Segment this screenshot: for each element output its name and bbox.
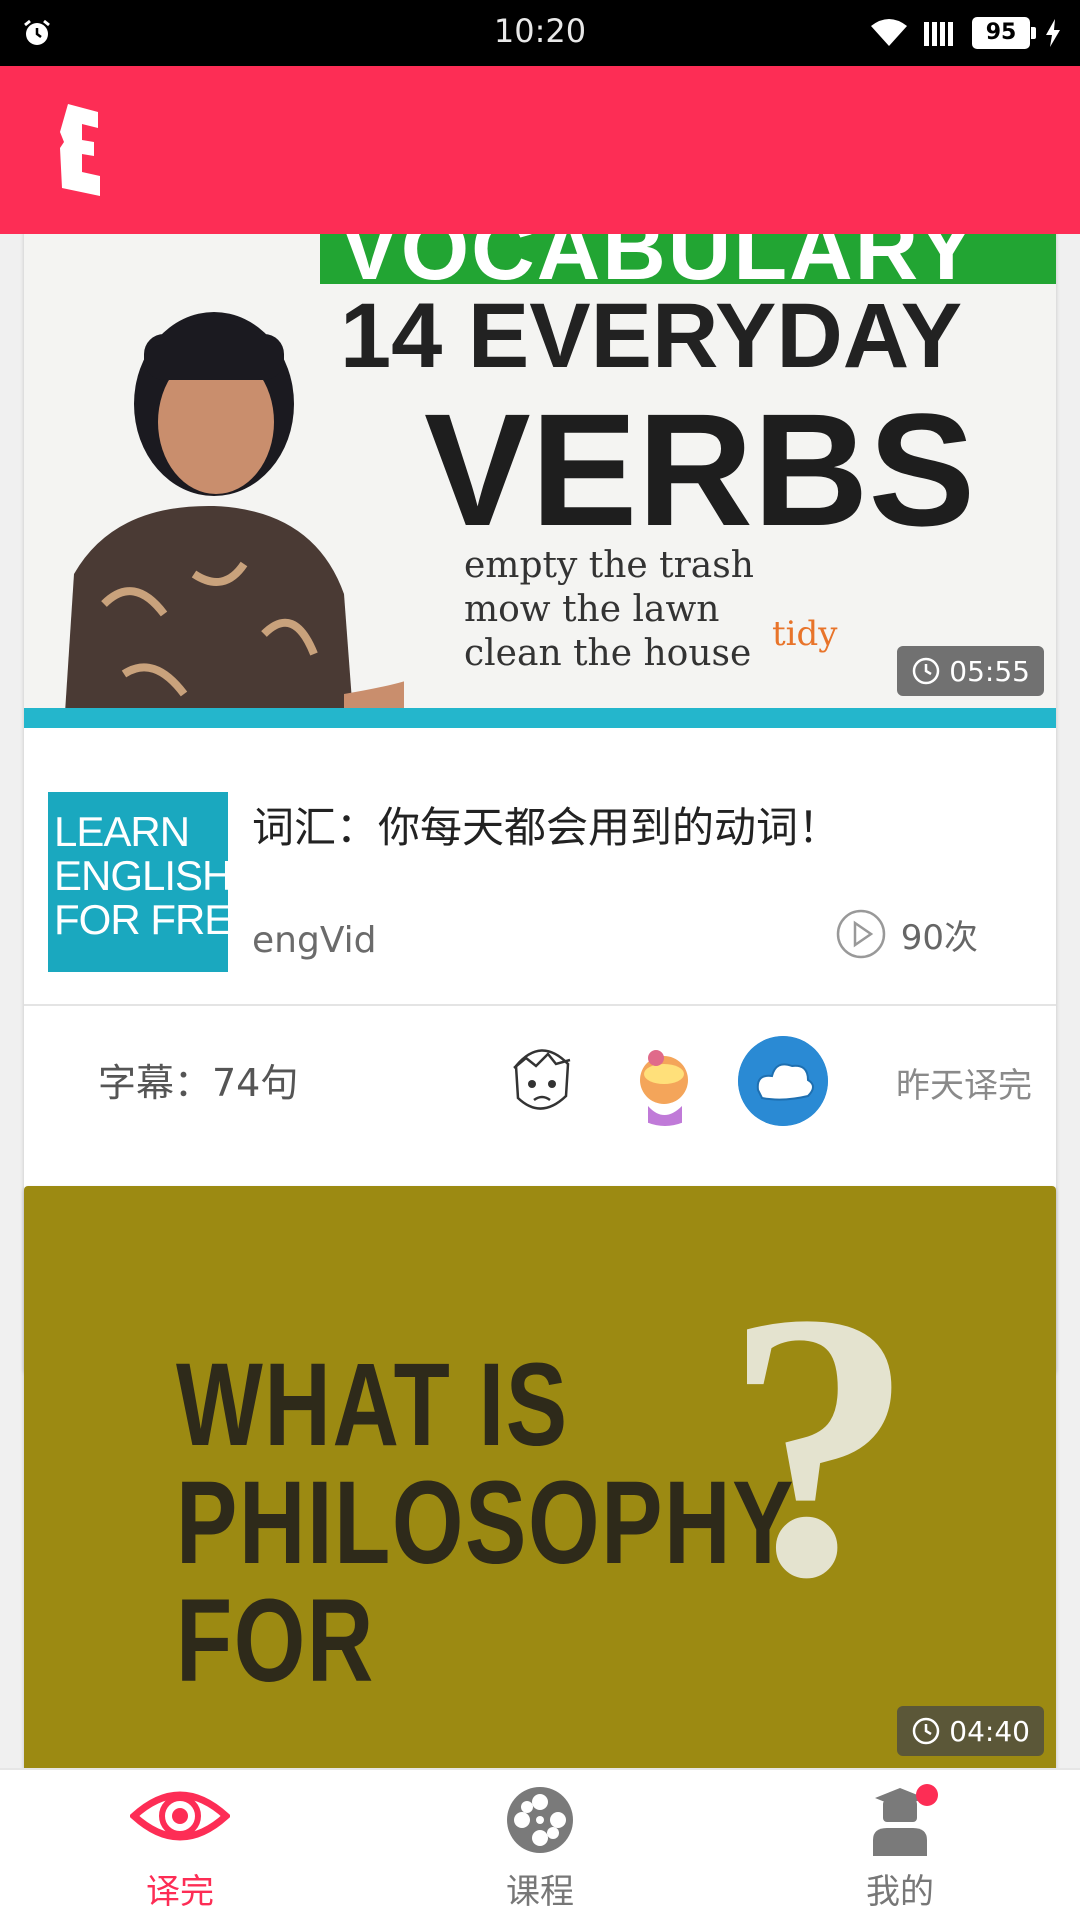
nav-tab-courses[interactable]: 课程 [360, 1770, 720, 1920]
whiteboard-line: clean the house [464, 633, 752, 674]
video-feed[interactable]: VOCABULARY 14 EVERYDAY VERBS empty the t… [0, 234, 1080, 1768]
thumbnail-line1: 14 EVERYDAY [340, 285, 963, 387]
video-thumbnail[interactable]: WHAT IS PHILOSOPHY FOR ? 04:40 [24, 1186, 1056, 1768]
duration-badge: 04:40 [897, 1706, 1044, 1756]
play-count: 90次 [835, 908, 978, 960]
nav-tab-me[interactable]: 我的 [720, 1770, 1080, 1920]
nav-label: 我的 [866, 1872, 934, 1912]
question-mark-graphic: ? [724, 1235, 914, 1656]
app-logo-icon[interactable] [58, 102, 110, 198]
whiteboard-note: tidy [772, 614, 838, 654]
signal-icon [924, 22, 953, 46]
bottom-nav: 译完 课程 我的 [0, 1768, 1080, 1920]
whiteboard-line: mow the lawn [464, 589, 720, 630]
nav-tab-translated[interactable]: 译完 [0, 1770, 360, 1920]
play-circle-icon [836, 909, 885, 959]
whiteboard-text: empty the trash mow the lawn clean the h… [464, 544, 754, 676]
channel-logo-text: LEARN [54, 808, 190, 855]
nav-label: 译完 [146, 1872, 214, 1912]
subtitle-count: 字幕：74句 [98, 1061, 299, 1105]
card-footer: 字幕：74句 昨天译完 [24, 1006, 1056, 1146]
clock-icon [913, 1717, 940, 1745]
presenter-image [64, 312, 404, 728]
channel-logo-text: ENGLISH [54, 852, 232, 899]
duration-text: 05:55 [949, 654, 1030, 688]
film-reel-icon [507, 1787, 573, 1853]
translator-avatar[interactable] [620, 1036, 710, 1126]
channel-name[interactable]: engVid [252, 920, 377, 961]
whiteboard-line: empty the trash [464, 545, 754, 586]
video-info[interactable]: LEARN ENGLISH FOR FREE 词汇：你每天都会用到的动词！ en… [24, 748, 1056, 1004]
clock-icon [913, 657, 940, 685]
thumbnail-line2: VERBS [424, 380, 976, 559]
video-thumbnail[interactable]: VOCABULARY 14 EVERYDAY VERBS empty the t… [24, 234, 1056, 728]
app-bar [0, 66, 1080, 234]
translator-avatar[interactable] [496, 1036, 586, 1126]
thumbnail-banner: VOCABULARY [320, 234, 1056, 298]
play-count-text: 90次 [900, 917, 978, 958]
nav-label: 课程 [506, 1872, 574, 1912]
accent-bar [24, 708, 1056, 728]
translated-status: 昨天译完 [896, 1066, 1032, 1106]
video-title[interactable]: 词汇：你每天都会用到的动词！ [252, 794, 840, 855]
duration-badge: 05:55 [897, 646, 1044, 696]
status-bar: 10:20 95 [0, 0, 1080, 66]
channel-logo[interactable]: LEARN ENGLISH FOR FREE [48, 792, 259, 972]
duration-text: 04:40 [949, 1714, 1030, 1748]
charging-icon [1046, 19, 1060, 47]
notification-dot [916, 1784, 938, 1806]
video-card[interactable]: WHAT IS PHILOSOPHY FOR ? 04:40 [24, 1186, 1056, 1768]
wifi-icon [871, 19, 907, 46]
battery-icon: 95 [972, 17, 1036, 49]
translator-avatar[interactable] [738, 1036, 828, 1126]
eye-icon [130, 1791, 230, 1841]
channel-logo-text: FOR FREE [54, 896, 259, 943]
